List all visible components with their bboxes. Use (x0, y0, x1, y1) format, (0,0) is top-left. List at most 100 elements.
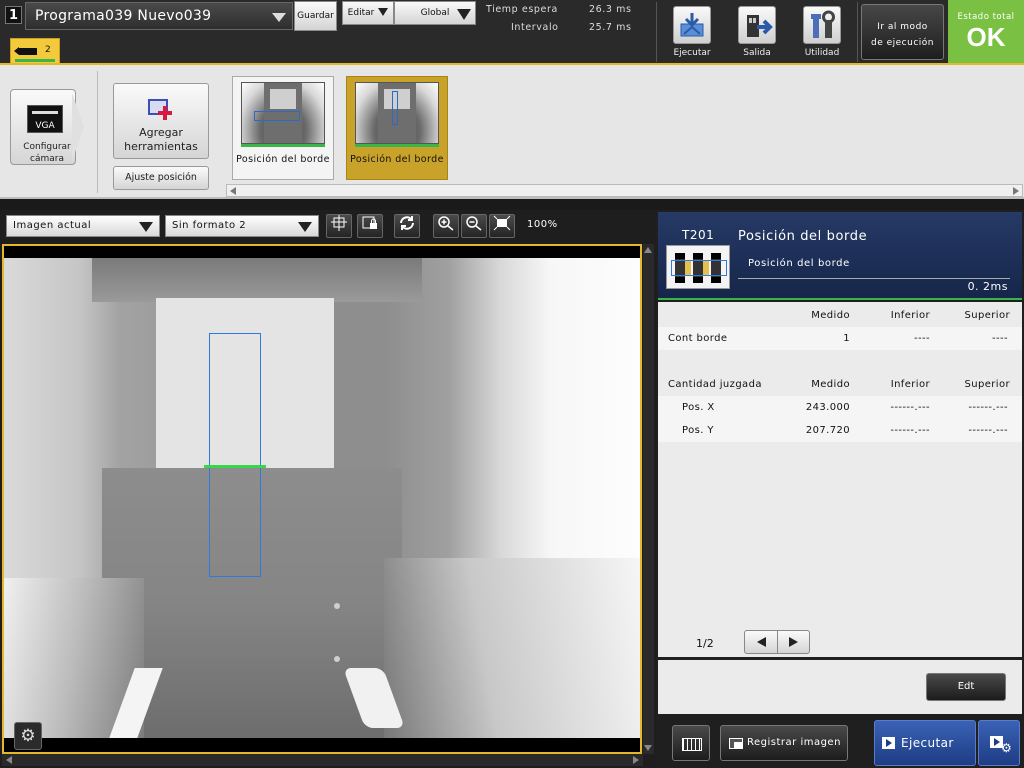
scroll-left-icon[interactable] (230, 187, 236, 195)
add-tool-icon (146, 96, 176, 122)
total-status-label: Estado total (957, 12, 1015, 22)
configure-camera-label: Configurar cámara (10, 141, 84, 165)
bottom-actions: Registrar imagen Ejecutar ⚙ (656, 716, 1024, 768)
utility-button[interactable]: Utilidad (792, 4, 852, 60)
icon-selection (671, 260, 727, 276)
camera-icon (14, 47, 37, 55)
thumbnail-highlight (270, 89, 296, 109)
position-adjust-button[interactable]: Ajuste posición (113, 166, 209, 190)
tool-status-bar (241, 144, 325, 147)
viewer-horizontal-scrollbar[interactable] (2, 754, 643, 766)
table-header: Cantidad juzgada Medido Inferior Superio… (658, 373, 1022, 396)
row-name: Pos. X (682, 402, 715, 413)
column-header-measured: Medido (811, 310, 850, 321)
output-button[interactable]: Salida (727, 4, 787, 60)
run-tool-button[interactable]: Ejecutar (662, 4, 722, 60)
zoom-in-button[interactable] (433, 214, 459, 238)
configure-camera-line1: Configurar (23, 142, 71, 152)
tools-strip: VGA Configurar cámara Agregar herramient… (0, 65, 1024, 199)
chevron-down-icon (139, 222, 153, 232)
program-name: Programa039 Nuevo039 (35, 8, 212, 24)
image-source-dropdown[interactable]: Imagen actual (6, 215, 160, 237)
viewer-vertical-scrollbar[interactable] (643, 244, 654, 754)
zoom-out-button[interactable] (461, 214, 487, 238)
go-to-run-mode-button[interactable]: Ir al modo de ejecución (861, 4, 944, 60)
output-label: Salida (743, 48, 771, 58)
add-tools-line2: herramientas (124, 140, 198, 153)
total-status-value: OK (966, 22, 1006, 52)
row-measured: 243.000 (805, 402, 850, 413)
execute-label: Ejecutar (901, 736, 954, 750)
table-header: Medido Inferior Superior (658, 304, 1022, 327)
refresh-button[interactable] (394, 214, 420, 238)
viewer-settings-button[interactable]: ⚙ (14, 722, 42, 750)
roi-rectangle (392, 91, 398, 125)
scope-dropdown[interactable]: Global (394, 1, 476, 25)
camera-tab[interactable]: 2 (10, 38, 60, 64)
scroll-up-icon[interactable] (644, 247, 652, 253)
divider (738, 278, 1010, 279)
captured-image (4, 258, 640, 738)
row-lower: ------.--- (890, 402, 930, 413)
table-row[interactable]: Pos. Y 207.720 ------.--- ------.--- (658, 419, 1022, 442)
tool-card-label: Posición del borde (236, 154, 330, 165)
pager (744, 630, 810, 654)
lock-region-button[interactable] (357, 214, 383, 238)
edit-button[interactable]: Edt (926, 673, 1006, 701)
vga-camera-icon: VGA (27, 105, 63, 133)
tool-card-edge-position-1[interactable]: Posición del borde (232, 76, 334, 180)
utility-icon (803, 6, 841, 44)
scroll-right-icon[interactable] (1013, 187, 1019, 195)
region-icon (331, 215, 347, 231)
plus-icon (163, 106, 167, 120)
keyboard-button[interactable] (672, 725, 710, 761)
register-image-button[interactable]: Registrar imagen (720, 725, 848, 761)
row-measured: 1 (843, 333, 850, 344)
fit-to-screen-button[interactable] (489, 214, 515, 238)
go-run-mode-line2: de ejecución (871, 38, 934, 48)
tools-horizontal-scrollbar[interactable] (226, 184, 1023, 197)
chevron-down-icon (378, 8, 389, 16)
zoom-in-icon (438, 216, 454, 231)
edit-menu-button[interactable]: Editar (342, 1, 394, 25)
configure-camera-button[interactable]: VGA Configurar cámara (10, 89, 86, 165)
save-button[interactable]: Guardar (294, 1, 337, 31)
tool-card-edge-position-2[interactable]: Posición del borde (346, 76, 448, 180)
scroll-left-icon[interactable] (6, 756, 12, 764)
scroll-down-icon[interactable] (644, 745, 652, 751)
page-indicator: 1/2 (696, 637, 714, 650)
total-status-panel: Estado total OK (948, 0, 1024, 64)
tool-type-title: Posición del borde (738, 229, 868, 244)
camera-image-viewer[interactable]: ⚙ (2, 244, 642, 754)
image-source-value: Imagen actual (13, 220, 92, 231)
top-bar: 1 Programa039 Nuevo039 Guardar Editar Gl… (0, 0, 1024, 64)
measurement-roi[interactable] (209, 333, 261, 577)
add-tools-button[interactable]: Agregar herramientas (113, 83, 209, 159)
divider (777, 631, 778, 653)
edge-position-tool-icon (666, 245, 730, 289)
zoom-level: 100% (527, 219, 558, 230)
edit-area: Edt (658, 660, 1022, 714)
divider (857, 2, 858, 62)
fit-screen-icon (493, 215, 511, 231)
execute-settings-button[interactable]: ⚙ (978, 720, 1020, 766)
format-value: Sin formato 2 (172, 220, 247, 231)
row-upper: ------.--- (968, 402, 1008, 413)
scroll-right-icon[interactable] (633, 756, 639, 764)
format-dropdown[interactable]: Sin formato 2 (165, 215, 319, 237)
previous-page-icon[interactable] (757, 637, 766, 647)
scope-label: Global (420, 8, 450, 18)
tool-id: T201 (682, 228, 715, 242)
fit-region-button[interactable] (326, 214, 352, 238)
play-icon (882, 737, 895, 749)
row-upper: ------.--- (968, 425, 1008, 436)
interval-value: 25.7 ms (589, 22, 632, 33)
register-image-icon (729, 738, 743, 749)
image-region (334, 603, 340, 609)
table-row[interactable]: Pos. X 243.000 ------.--- ------.--- (658, 396, 1022, 419)
program-selector[interactable]: Programa039 Nuevo039 (25, 2, 293, 30)
next-page-icon[interactable] (789, 637, 798, 647)
utility-label: Utilidad (804, 48, 840, 58)
table-row[interactable]: Cont borde 1 ---- ---- (658, 327, 1022, 350)
execute-button[interactable]: Ejecutar (874, 720, 976, 766)
